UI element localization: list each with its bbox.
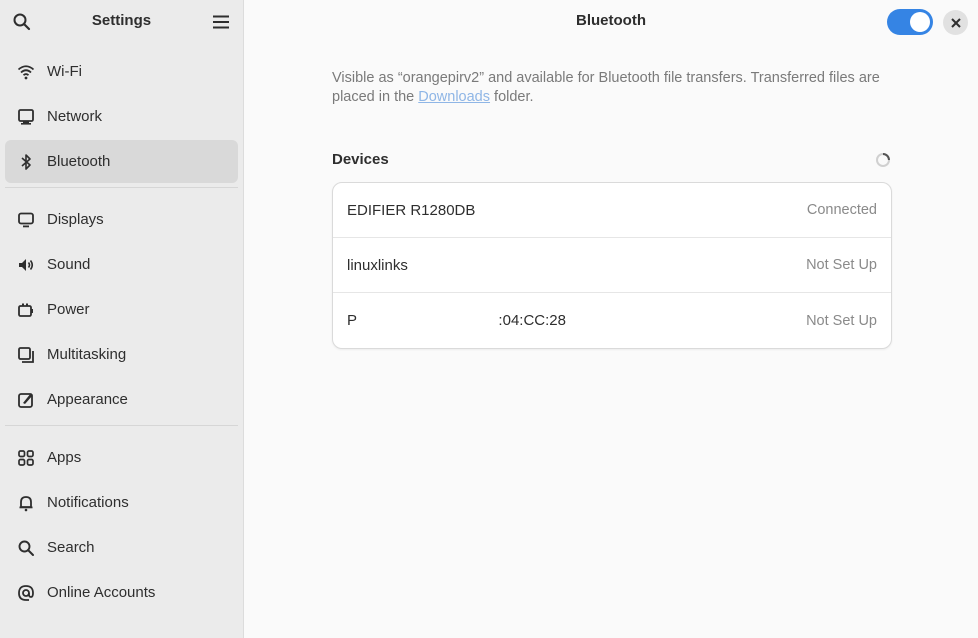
sidebar-divider [5,187,238,188]
sidebar-item-label: Sound [47,256,91,273]
sidebar-item-label: Bluetooth [47,153,111,170]
description-text: Visible as “orangepirv2” and available f… [332,70,880,105]
sidebar-divider [5,425,238,426]
sidebar-item-bluetooth[interactable]: Bluetooth [5,140,238,183]
devices-heading: Devices [332,151,389,168]
device-row[interactable]: EDIFIER R1280DB Connected [333,183,891,238]
display-icon [17,211,35,229]
sidebar-item-label: Apps [47,449,82,466]
sidebar-item-label: Online Accounts [47,584,156,601]
at-icon [17,584,35,602]
device-status: Not Set Up [806,312,877,329]
sidebar-title: Settings [91,12,152,29]
sidebar: Settings Wi-Fi Network Bluetooth Displays So… [0,0,244,638]
sidebar-item-label: Appearance [47,391,128,408]
sidebar-item-network[interactable]: Network [5,95,238,138]
device-row[interactable]: P :04:CC:28 Not Set Up [333,293,891,348]
sidebar-item-label: Wi-Fi [47,63,82,80]
sound-icon [17,256,35,274]
sidebar-item-wi-fi[interactable]: Wi-Fi [5,50,238,93]
sidebar-item-multitasking[interactable]: Multitasking [5,333,238,376]
sidebar-header: Settings [0,0,243,44]
sidebar-item-power[interactable]: Power [5,288,238,331]
bluetooth-icon [17,153,35,171]
downloads-link[interactable]: Downloads [418,89,490,105]
network-icon [17,108,35,126]
bluetooth-toggle[interactable] [887,9,933,35]
sidebar-list: Wi-Fi Network Bluetooth Displays Sound Power M… [5,50,238,616]
sidebar-item-online-accounts[interactable]: Online Accounts [5,571,238,614]
bell-icon [17,494,35,512]
sidebar-item-label: Power [47,301,90,318]
sidebar-item-notifications[interactable]: Notifications [5,481,238,524]
close-icon [950,17,961,28]
close-button[interactable] [943,10,968,35]
sidebar-item-appearance[interactable]: Appearance [5,378,238,421]
sidebar-item-apps[interactable]: Apps [5,436,238,479]
sidebar-item-label: Search [47,539,95,556]
appearance-icon [17,391,35,409]
description-text-end: folder. [490,89,534,105]
page-title: Bluetooth [576,12,646,29]
main-panel: Bluetooth Visible as “orangepirv2” and a… [244,0,978,638]
spinner-icon [875,152,891,168]
device-name: P :04:CC:28 [347,312,566,329]
search-icon [17,539,35,557]
wifi-icon [17,63,35,81]
device-name: linuxlinks [347,256,408,274]
sidebar-item-label: Network [47,108,103,125]
sidebar-item-sound[interactable]: Sound [5,243,238,286]
sidebar-item-label: Multitasking [47,346,127,363]
device-list: EDIFIER R1280DB Connected linuxlinks Not Se… [332,182,892,349]
device-status: Connected [806,202,877,218]
sidebar-item-label: Displays [47,211,104,228]
multitasking-icon [17,346,35,364]
device-row[interactable]: linuxlinks Not Set Up [333,238,891,293]
bluetooth-description: Visible as “orangepirv2” and available f… [332,69,892,107]
hamburger-menu-icon[interactable] [211,12,231,32]
sidebar-item-displays[interactable]: Displays [5,198,238,241]
device-name: EDIFIER R1280DB [347,201,476,219]
sidebar-item-search[interactable]: Search [5,526,238,569]
apps-icon [17,449,35,467]
toggle-knob [910,12,930,32]
sidebar-item-label: Notifications [47,494,129,511]
device-status: Not Set Up [806,257,877,273]
power-icon [17,301,35,319]
